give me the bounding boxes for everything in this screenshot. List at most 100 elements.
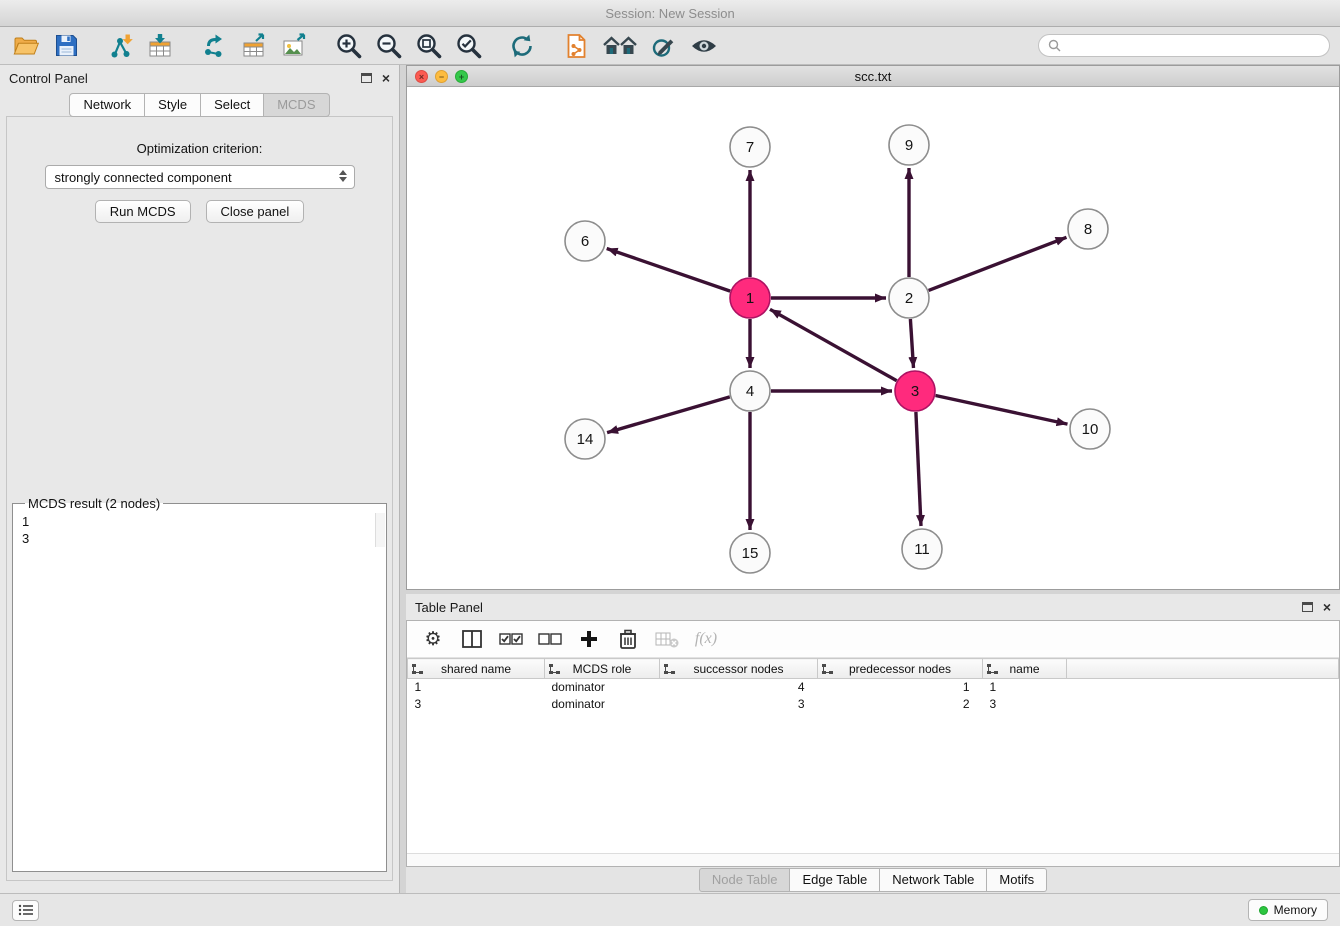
select-all-button[interactable]: [499, 626, 523, 652]
table-settings-button[interactable]: ⚙: [421, 626, 445, 652]
graph-node-11[interactable]: 11: [902, 529, 942, 569]
table-row[interactable]: 1dominator411: [408, 679, 1339, 696]
memory-button[interactable]: Memory: [1248, 899, 1328, 921]
table-cell[interactable]: 1: [983, 679, 1067, 696]
edge-2-8[interactable]: [929, 237, 1067, 290]
mcds-result-line: 3: [22, 530, 377, 547]
graph-node-14[interactable]: 14: [565, 419, 605, 459]
maximize-window-icon[interactable]: +: [455, 70, 468, 83]
delete-table-button[interactable]: [655, 626, 679, 652]
edge-2-3[interactable]: [910, 319, 913, 368]
table-tab-network-table[interactable]: Network Table: [880, 868, 987, 892]
toolbar-search[interactable]: [1038, 34, 1330, 57]
zoom-fit-button[interactable]: [412, 31, 444, 61]
graph-node-9[interactable]: 9: [889, 125, 929, 165]
graph-node-10[interactable]: 10: [1070, 409, 1110, 449]
table-cell[interactable]: 4: [660, 679, 818, 696]
tab-network[interactable]: Network: [69, 93, 145, 117]
column-header-shared-name[interactable]: shared name: [408, 659, 545, 679]
column-header-name[interactable]: name: [983, 659, 1067, 679]
export-image-button[interactable]: [278, 31, 310, 61]
table-cell[interactable]: dominator: [545, 696, 660, 713]
zoom-selected-button[interactable]: [452, 31, 484, 61]
table-cell[interactable]: dominator: [545, 679, 660, 696]
svg-text:6: 6: [581, 233, 589, 250]
run-mcds-button[interactable]: Run MCDS: [95, 200, 191, 223]
table-cell[interactable]: 3: [660, 696, 818, 713]
graph-node-3[interactable]: 3: [895, 371, 935, 411]
column-header-successor-nodes[interactable]: successor nodes: [660, 659, 818, 679]
open-session-button[interactable]: [10, 31, 42, 61]
table-cell[interactable]: 2: [818, 696, 983, 713]
export-network-button[interactable]: [198, 31, 230, 61]
table-tab-motifs[interactable]: Motifs: [987, 868, 1047, 892]
table-hscrollbar[interactable]: [407, 853, 1339, 866]
edge-3-11[interactable]: [916, 412, 921, 526]
import-table-button[interactable]: [144, 31, 176, 61]
minimize-window-icon[interactable]: −: [435, 70, 448, 83]
column-header-predecessor-nodes[interactable]: predecessor nodes: [818, 659, 983, 679]
edge-3-1[interactable]: [770, 309, 897, 380]
tab-style[interactable]: Style: [145, 93, 201, 117]
table-cell[interactable]: 3: [408, 696, 545, 713]
tab-select[interactable]: Select: [201, 93, 264, 117]
fx-icon: f(x): [695, 630, 717, 648]
table-tab-node-table[interactable]: Node Table: [699, 868, 791, 892]
graph-node-7[interactable]: 7: [730, 127, 770, 167]
save-session-button[interactable]: [50, 31, 82, 61]
network-document-button[interactable]: [560, 31, 592, 61]
graph-node-4[interactable]: 4: [730, 371, 770, 411]
graph-node-15[interactable]: 15: [730, 533, 770, 573]
refresh-tool-group: [506, 31, 538, 61]
panel-list-button[interactable]: [12, 900, 39, 921]
result-scrollbar[interactable]: [375, 513, 385, 547]
float-panel-icon[interactable]: [361, 73, 372, 83]
svg-text:10: 10: [1082, 421, 1099, 438]
select-all-icon: [499, 630, 523, 648]
refresh-view-button[interactable]: [506, 31, 538, 61]
control-panel: Control Panel × NetworkStyleSelectMCDS O…: [0, 65, 400, 893]
show-columns-button[interactable]: [460, 626, 484, 652]
zoom-in-button[interactable]: [332, 31, 364, 61]
graph-node-2[interactable]: 2: [889, 278, 929, 318]
column-header-MCDS-role[interactable]: MCDS role: [545, 659, 660, 679]
style-edit-button[interactable]: [648, 31, 680, 61]
delete-column-button[interactable]: [616, 626, 640, 652]
home-button[interactable]: [600, 31, 640, 61]
add-column-button[interactable]: [577, 626, 601, 652]
svg-text:8: 8: [1084, 221, 1092, 238]
function-builder-button[interactable]: f(x): [694, 626, 718, 652]
tab-mcds[interactable]: MCDS: [264, 93, 329, 117]
graph-node-1[interactable]: 1: [730, 278, 770, 318]
optimization-criterion-label: Optimization criterion:: [7, 141, 392, 156]
table-tab-edge-table[interactable]: Edge Table: [790, 868, 880, 892]
table-cell[interactable]: 1: [818, 679, 983, 696]
close-table-panel-icon[interactable]: ×: [1323, 601, 1331, 613]
network-canvas[interactable]: 7 9 6 8 1 2 4 3 10 14 15 11: [407, 87, 1339, 589]
edge-3-10[interactable]: [936, 396, 1068, 425]
close-panel-button[interactable]: Close panel: [206, 200, 305, 223]
svg-text:9: 9: [905, 137, 913, 154]
column-label: name: [1009, 662, 1039, 676]
column-header-filler: [1067, 659, 1339, 679]
table-cell-filler: [1067, 679, 1339, 696]
float-table-panel-icon[interactable]: [1302, 602, 1313, 612]
table-row[interactable]: 3dominator323: [408, 696, 1339, 713]
mcds-tab-content: Optimization criterion: strongly connect…: [6, 116, 393, 881]
optimization-criterion-select[interactable]: strongly connected component: [45, 165, 355, 189]
close-window-icon[interactable]: ×: [415, 70, 428, 83]
edge-4-14[interactable]: [607, 397, 730, 433]
close-panel-icon[interactable]: ×: [382, 72, 390, 84]
export-table-button[interactable]: [238, 31, 270, 61]
right-column: × − + scc.txt 7968124310141511: [400, 65, 1340, 893]
import-network-button[interactable]: [104, 31, 136, 61]
show-graphics-button[interactable]: [688, 31, 720, 61]
graph-node-6[interactable]: 6: [565, 221, 605, 261]
deselect-all-button[interactable]: [538, 626, 562, 652]
edge-1-6[interactable]: [607, 249, 731, 292]
search-input[interactable]: [1066, 38, 1320, 53]
graph-node-8[interactable]: 8: [1068, 209, 1108, 249]
table-cell[interactable]: 1: [408, 679, 545, 696]
table-cell[interactable]: 3: [983, 696, 1067, 713]
zoom-out-button[interactable]: [372, 31, 404, 61]
